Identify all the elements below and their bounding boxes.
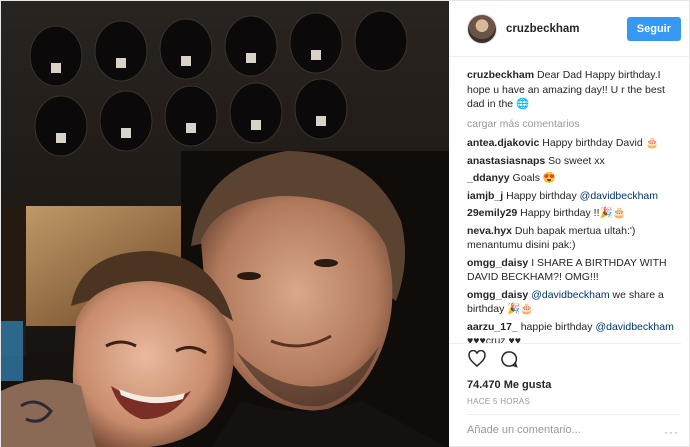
comment-text: Happy birthday David 🎂: [542, 137, 659, 149]
caption: cruzbeckham Dear Dad Happy birthday.I ho…: [467, 68, 679, 112]
comment-text: So sweet xx: [548, 154, 605, 167]
comment-author[interactable]: 29emily29: [467, 207, 517, 219]
comment-icon[interactable]: [499, 349, 519, 369]
comment-item: 29emily29 Happy birthday !!🎉🎂: [467, 206, 679, 221]
load-more-comments-link[interactable]: cargar más comentarios: [467, 117, 679, 132]
comment-text: Goals 😍: [512, 172, 556, 184]
follow-button[interactable]: Seguir: [626, 16, 681, 41]
comment-mention-link[interactable]: @davidbeckham: [531, 289, 609, 301]
avatar[interactable]: [467, 13, 497, 44]
post-timestamp: HACE 5 HORAS: [467, 397, 531, 406]
post-header: cruzbeckham Seguir: [449, 1, 689, 57]
comment-text: happie birthday: [520, 320, 596, 333]
comment-item: neva.hyx Duh bapak mertua ultah:') menan…: [467, 224, 679, 253]
more-options-icon[interactable]: ···: [664, 425, 679, 439]
instagram-post: cruzbeckham Seguir cruzbeckham Dear Dad …: [0, 0, 690, 447]
add-comment-input[interactable]: [467, 424, 657, 436]
post-photo[interactable]: [1, 1, 449, 447]
comment-author[interactable]: omgg_daisy: [467, 289, 528, 301]
comment-text-tail: ♥♥♥cruz ♥♥: [467, 335, 521, 343]
comment-item: _ddanyy Goals 😍: [467, 171, 679, 186]
comment-text: Happy birthday: [506, 189, 580, 202]
comments-list: cruzbeckham Dear Dad Happy birthday.I ho…: [449, 57, 689, 343]
comment-author[interactable]: neva.hyx: [467, 225, 512, 237]
caption-author[interactable]: cruzbeckham: [467, 69, 534, 81]
comment-author[interactable]: aarzu_17_: [467, 321, 518, 333]
comment-author[interactable]: _ddanyy: [467, 172, 510, 184]
comment-item: iamjb_j Happy birthday @davidbeckham: [467, 189, 679, 204]
comment-author[interactable]: antea.djakovic: [467, 137, 539, 149]
comment-item: antea.djakovic Happy birthday David 🎂: [467, 136, 679, 151]
username-link[interactable]: cruzbeckham: [506, 23, 627, 35]
add-comment-row: ···: [467, 414, 681, 447]
post-side-panel: cruzbeckham Seguir cruzbeckham Dear Dad …: [449, 1, 689, 447]
comment-author[interactable]: iamjb_j: [467, 190, 503, 202]
heart-icon[interactable]: [467, 349, 487, 369]
comment-text: Happy birthday !!🎉🎂: [520, 207, 626, 219]
comment-mention-link[interactable]: @davidbeckham: [595, 321, 673, 333]
selfie-image: [1, 1, 449, 447]
comment-item: omgg_daisy @davidbeckham we share a birt…: [467, 288, 679, 317]
comment-author[interactable]: anastasiasnaps: [467, 155, 545, 167]
comment-container: antea.djakovic Happy birthday David 🎂 ana…: [467, 136, 679, 343]
likes-count[interactable]: 74.470 Me gusta: [449, 373, 689, 391]
comment-item: aarzu_17_ happie birthday @davidbeckham …: [467, 320, 679, 344]
action-bar: [449, 343, 681, 373]
comment-item: omgg_daisy I SHARE A BIRTHDAY WITH DAVID…: [467, 256, 679, 285]
comment-mention-link[interactable]: @davidbeckham: [580, 190, 658, 202]
comment-item: anastasiasnaps So sweet xx: [467, 154, 679, 169]
comment-author[interactable]: omgg_daisy: [467, 257, 528, 269]
